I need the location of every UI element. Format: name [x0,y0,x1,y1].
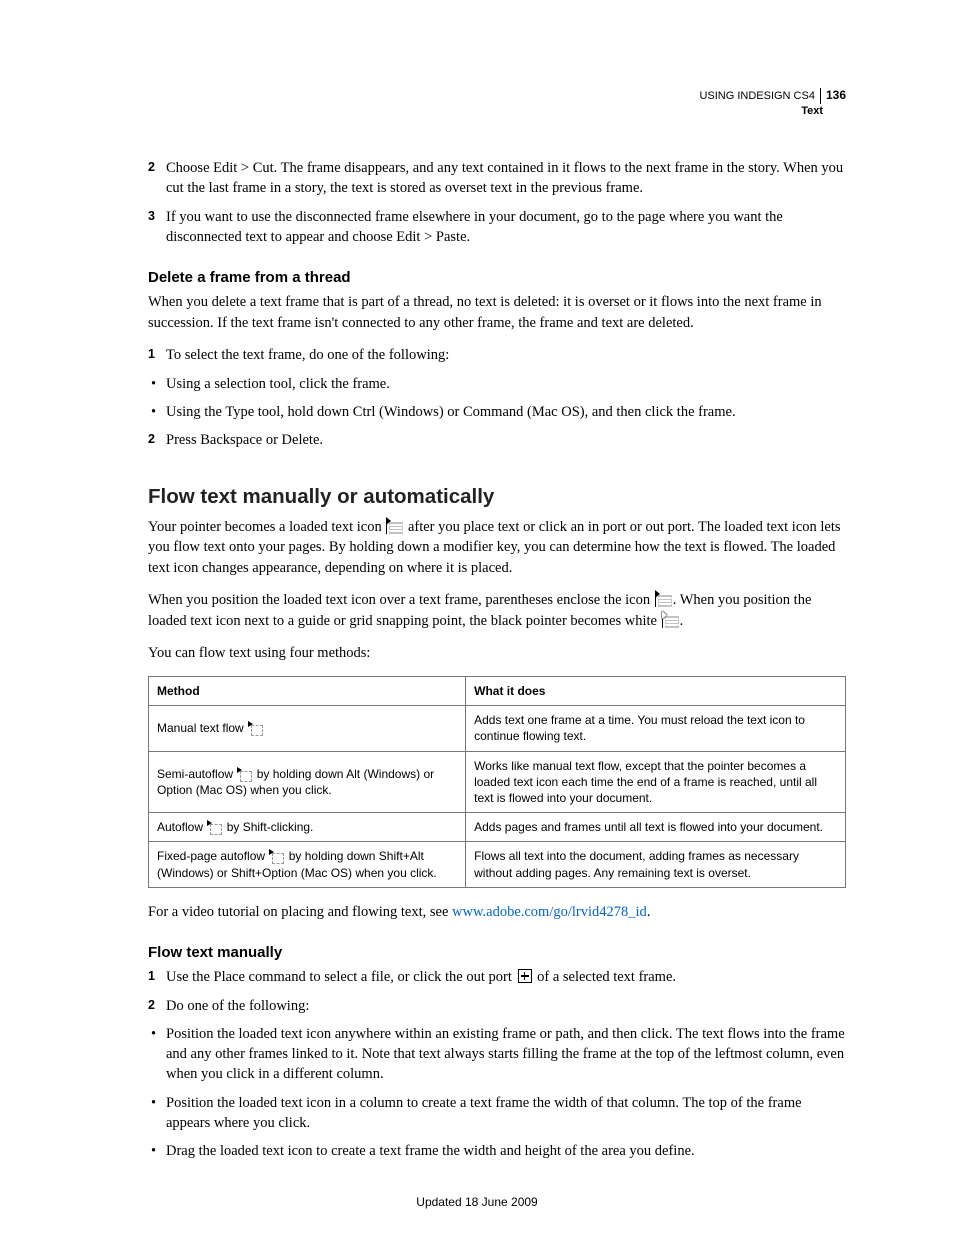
step-3: 3If you want to use the disconnected fra… [148,207,846,248]
manual-bullet-3: Drag the loaded text icon to create a te… [148,1141,846,1161]
loaded-text-paren-icon [655,593,672,607]
table-row: Manual text flow Adds text one frame at … [149,706,846,751]
footer-updated: Updated 18 June 2009 [0,1195,954,1209]
table-row: Autoflow by Shift-clicking. Adds pages a… [149,813,846,842]
step-2: 2Choose Edit > Cut. The frame disappears… [148,158,846,199]
loaded-text-icon [386,520,403,534]
delete-frame-intro: When you delete a text frame that is par… [148,292,846,333]
autoflow-icon [207,821,222,834]
out-port-icon [518,969,532,983]
page-number: 136 [826,88,846,104]
semi-autoflow-icon [237,768,252,781]
table-row: Fixed-page autoflow by holding down Shif… [149,842,846,887]
flow-p1: Your pointer becomes a loaded text icon … [148,517,846,579]
manual-bullet-1: Position the loaded text icon anywhere w… [148,1024,846,1085]
delete-step-2: 2Press Backspace or Delete. [148,430,846,450]
fixed-page-autoflow-icon [269,850,284,863]
manual-flow-icon [248,722,263,735]
delete-frame-heading: Delete a frame from a thread [148,269,846,286]
section-name: Text [699,104,846,118]
loaded-text-white-icon [662,614,679,628]
manual-bullet-2: Position the loaded text icon in a colum… [148,1093,846,1134]
product-name: USING INDESIGN CS4 [699,89,815,103]
delete-step-1: 1To select the text frame, do one of the… [148,345,846,365]
flow-p3: You can flow text using four methods: [148,643,846,664]
page-header: USING INDESIGN CS4 136 Text [699,88,846,118]
table-row: Semi-autoflow by holding down Alt (Windo… [149,751,846,813]
video-line: For a video tutorial on placing and flow… [148,902,846,923]
delete-bullet-1: Using a selection tool, click the frame. [148,374,846,394]
flow-manually-heading: Flow text manually [148,944,846,961]
flow-heading: Flow text manually or automatically [148,485,846,509]
methods-table: Method What it does Manual text flow Add… [148,676,846,888]
manual-step-2: 2Do one of the following: [148,996,846,1016]
flow-p2: When you position the loaded text icon o… [148,590,846,631]
manual-step-1: 1Use the Place command to select a file,… [148,967,846,987]
video-link[interactable]: www.adobe.com/go/lrvid4278_id [452,904,647,920]
col-method: Method [149,677,466,706]
delete-bullet-2: Using the Type tool, hold down Ctrl (Win… [148,402,846,422]
col-what: What it does [466,677,846,706]
